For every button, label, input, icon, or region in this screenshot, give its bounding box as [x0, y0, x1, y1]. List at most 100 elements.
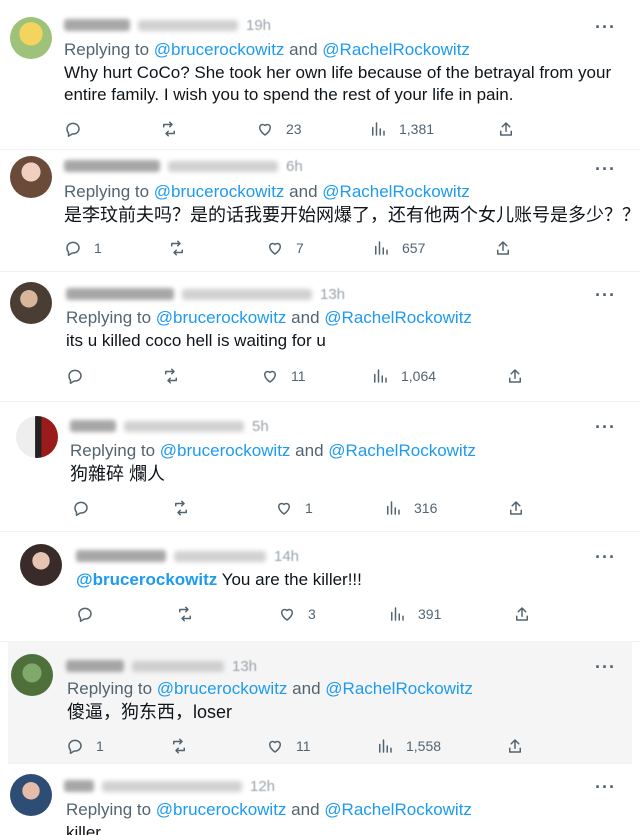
- tweet[interactable]: 19h ··· Replying to @brucerockowitz and …: [0, 0, 640, 150]
- more-options-icon[interactable]: ···: [595, 778, 616, 796]
- views-icon: [375, 241, 388, 255]
- mention-link[interactable]: @brucerockowitz: [156, 800, 287, 819]
- tweet[interactable]: 14h ··· @brucerockowitz You are the kill…: [0, 532, 640, 642]
- mention-link[interactable]: @RachelRockowitz: [325, 679, 473, 698]
- tweet[interactable]: 5h ··· Replying to @brucerockowitz and @…: [0, 402, 640, 532]
- timestamp[interactable]: 19h: [246, 17, 271, 34]
- replying-to: Replying to @brucerockowitz and @RachelR…: [70, 441, 476, 461]
- more-options-icon[interactable]: ···: [595, 658, 616, 676]
- user-handle[interactable]: [168, 160, 278, 172]
- share-icon: [509, 739, 521, 753]
- views-button[interactable]: 316: [384, 497, 437, 519]
- tweet[interactable]: 6h ··· Replying to @brucerockowitz and @…: [0, 150, 640, 272]
- mention-link[interactable]: @brucerockowitz: [154, 182, 285, 201]
- mention-link[interactable]: @brucerockowitz: [156, 308, 287, 327]
- tweet[interactable]: 13h ··· Replying to @brucerockowitz and …: [0, 272, 640, 402]
- views-button[interactable]: 657: [372, 237, 425, 259]
- tweet-text-line: You are the killer!!!: [221, 570, 362, 589]
- avatar[interactable]: [10, 156, 52, 198]
- timestamp[interactable]: 6h: [286, 158, 303, 175]
- views-button[interactable]: 1,064: [371, 365, 436, 387]
- user-handle[interactable]: [124, 420, 244, 432]
- views-icon: [374, 369, 387, 383]
- views-button[interactable]: 391: [388, 603, 441, 625]
- views-icon: [387, 501, 400, 515]
- view-count: 1,381: [399, 121, 435, 137]
- tweet[interactable]: 13h ··· Replying to @brucerockowitz and …: [8, 642, 632, 764]
- like-button[interactable]: 11: [261, 365, 306, 387]
- mention-link[interactable]: @brucerockowitz: [157, 679, 288, 698]
- avatar[interactable]: [10, 282, 52, 324]
- mention-link[interactable]: @brucerockowitz: [76, 570, 217, 589]
- user-handle[interactable]: [132, 660, 224, 672]
- retweet-button[interactable]: [160, 118, 190, 140]
- retweet-icon: [179, 606, 191, 622]
- share-button[interactable]: [506, 365, 524, 387]
- retweet-button[interactable]: [168, 237, 198, 259]
- mention-link[interactable]: @RachelRockowitz: [322, 40, 470, 59]
- user-handle[interactable]: [102, 780, 242, 792]
- tweet-text-line: 傻逼，狗东西，loser: [67, 702, 233, 722]
- view-count: 1,558: [406, 738, 442, 754]
- retweet-button[interactable]: [170, 735, 200, 757]
- views-button[interactable]: 1,558: [376, 735, 441, 757]
- heart-icon: [278, 502, 290, 515]
- avatar[interactable]: [20, 544, 62, 586]
- tweet[interactable]: 12h ··· Replying to @brucerockowitz and …: [0, 764, 640, 835]
- more-options-icon[interactable]: ···: [595, 286, 616, 304]
- display-name[interactable]: [64, 19, 130, 31]
- display-name[interactable]: [70, 420, 116, 432]
- timestamp[interactable]: 12h: [250, 778, 275, 795]
- mention-link[interactable]: @RachelRockowitz: [322, 182, 470, 201]
- user-handle[interactable]: [182, 288, 312, 300]
- timestamp[interactable]: 14h: [274, 548, 299, 565]
- display-name[interactable]: [66, 660, 124, 672]
- retweet-button[interactable]: [162, 365, 192, 387]
- avatar[interactable]: [16, 416, 58, 458]
- mention-link[interactable]: @RachelRockowitz: [324, 308, 472, 327]
- mention-link[interactable]: @RachelRockowitz: [324, 800, 472, 819]
- share-button[interactable]: [494, 237, 512, 259]
- mention-link[interactable]: @brucerockowitz: [154, 40, 285, 59]
- like-count: 3: [308, 606, 316, 622]
- share-button[interactable]: [497, 118, 515, 140]
- more-options-icon[interactable]: ···: [595, 160, 616, 178]
- retweet-button[interactable]: [172, 497, 202, 519]
- timestamp[interactable]: 13h: [232, 658, 257, 675]
- more-options-icon[interactable]: ···: [595, 418, 616, 436]
- mention-link[interactable]: @RachelRockowitz: [328, 441, 476, 460]
- more-options-icon[interactable]: ···: [595, 548, 616, 566]
- like-button[interactable]: 3: [278, 603, 316, 625]
- display-name[interactable]: [64, 160, 160, 172]
- retweet-icon: [163, 121, 175, 137]
- retweet-button[interactable]: [176, 603, 206, 625]
- reply-button[interactable]: [64, 118, 94, 140]
- reply-button[interactable]: [66, 365, 96, 387]
- avatar[interactable]: [10, 774, 52, 816]
- avatar[interactable]: [11, 654, 53, 696]
- display-name[interactable]: [76, 550, 166, 562]
- timestamp[interactable]: 13h: [320, 286, 345, 303]
- share-button[interactable]: [506, 735, 524, 757]
- display-name[interactable]: [66, 288, 174, 300]
- share-button[interactable]: [513, 603, 531, 625]
- reply-button[interactable]: [76, 603, 106, 625]
- like-button[interactable]: 1: [275, 497, 313, 519]
- user-handle[interactable]: [138, 19, 238, 31]
- user-handle[interactable]: [174, 550, 266, 562]
- reply-icon: [66, 241, 80, 257]
- more-options-icon[interactable]: ···: [595, 18, 616, 36]
- avatar[interactable]: [10, 17, 52, 59]
- reply-button[interactable]: 1: [64, 237, 102, 259]
- mention-link[interactable]: @brucerockowitz: [160, 441, 291, 460]
- reply-button[interactable]: [72, 497, 102, 519]
- tweet-text: 是李玟前夫吗？是的话我要开始网爆了，还有他两个女儿账号是多少？？: [64, 204, 640, 226]
- views-button[interactable]: 1,381: [369, 118, 434, 140]
- share-button[interactable]: [507, 497, 525, 519]
- like-button[interactable]: 7: [266, 237, 304, 259]
- timestamp[interactable]: 5h: [252, 418, 269, 435]
- reply-button[interactable]: 1: [66, 735, 104, 757]
- like-button[interactable]: 11: [266, 735, 311, 757]
- like-button[interactable]: 23: [256, 118, 302, 140]
- display-name[interactable]: [64, 780, 94, 792]
